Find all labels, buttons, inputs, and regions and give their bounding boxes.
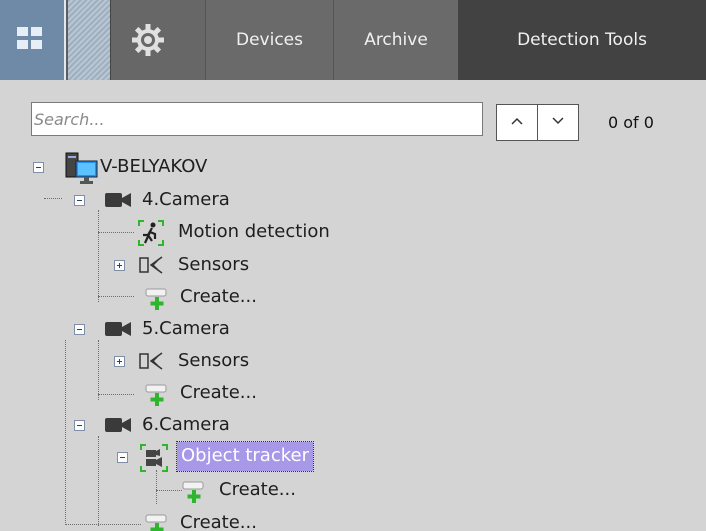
object-tracker-icon (140, 444, 168, 472)
create-plus-icon (145, 288, 167, 310)
collapse-icon[interactable] (74, 195, 85, 206)
tree-node-sensors[interactable]: Sensors (26, 346, 326, 376)
tree-node-label: V-BELYAKOV (100, 156, 208, 177)
search-result-counter: 0 of 0 (608, 113, 654, 132)
tree-node-create[interactable]: Create... (26, 475, 326, 505)
tree-node-detector[interactable]: Motion detection (26, 217, 386, 247)
computer-server-icon (65, 152, 98, 184)
device-tree: V-BELYAKOV 4.Camera Motion detection Sen… (26, 150, 706, 531)
sensors-icon (139, 352, 163, 370)
tab-devices-label: Devices (236, 30, 303, 50)
expand-icon[interactable] (114, 356, 125, 367)
tree-node-label: Sensors (178, 350, 250, 371)
sensors-icon (139, 256, 163, 274)
create-plus-icon (182, 481, 204, 503)
top-tab-bar: Devices Archive Detection Tools (0, 0, 706, 80)
settings-tab[interactable] (110, 0, 205, 80)
tree-node-sensors[interactable]: Sensors (26, 250, 326, 280)
chevron-up-icon (511, 117, 523, 125)
tab-detection-tools-label: Detection Tools (517, 30, 647, 50)
tab-archive-label: Archive (364, 30, 428, 50)
collapse-icon[interactable] (33, 162, 44, 173)
search-nav-buttons (496, 104, 579, 141)
chevron-down-icon (552, 117, 564, 125)
tab-detection-tools[interactable]: Detection Tools (458, 0, 706, 80)
collapse-icon[interactable] (117, 452, 128, 463)
tab-devices[interactable]: Devices (205, 0, 333, 80)
tree-node-create[interactable]: Create... (26, 282, 326, 312)
tree-node-create[interactable]: Create... (26, 378, 326, 408)
tree-node-create[interactable]: Create... (26, 508, 326, 531)
layout-tab-strip[interactable] (68, 0, 110, 80)
search-input[interactable] (34, 106, 479, 132)
tree-node-object-tracker[interactable]: Object tracker (26, 441, 386, 472)
camera-icon (105, 322, 131, 336)
gear-icon (132, 24, 164, 56)
tree-node-label-selected: Object tracker (176, 441, 314, 472)
tree-node-label: Create... (219, 479, 296, 500)
search-previous-button[interactable] (497, 105, 538, 140)
collapse-icon[interactable] (74, 420, 85, 431)
tree-node-label: 5.Camera (142, 318, 230, 339)
tree-node-label: Motion detection (178, 221, 330, 242)
tree-node-label: 4.Camera (142, 189, 230, 210)
camera-icon (105, 418, 131, 432)
layout-grid-tab[interactable] (0, 0, 66, 80)
motion-detection-icon (138, 220, 164, 246)
tree-node-root[interactable]: V-BELYAKOV (26, 152, 326, 184)
tree-node-label: 6.Camera (142, 414, 230, 435)
tree-node-label: Create... (180, 286, 257, 307)
camera-icon (105, 193, 131, 207)
expand-icon[interactable] (114, 260, 125, 271)
create-plus-icon (145, 384, 167, 406)
tree-node-camera[interactable]: 6.Camera (26, 410, 326, 440)
collapse-icon[interactable] (74, 324, 85, 335)
search-next-button[interactable] (538, 105, 579, 140)
search-box[interactable] (31, 102, 483, 136)
tree-node-label: Create... (180, 382, 257, 403)
tree-node-camera[interactable]: 5.Camera (26, 314, 326, 344)
tab-archive[interactable]: Archive (333, 0, 458, 80)
tree-node-label: Sensors (178, 254, 250, 275)
tree-node-label: Create... (180, 512, 257, 531)
tree-node-camera[interactable]: 4.Camera (26, 185, 326, 215)
create-plus-icon (145, 514, 167, 531)
